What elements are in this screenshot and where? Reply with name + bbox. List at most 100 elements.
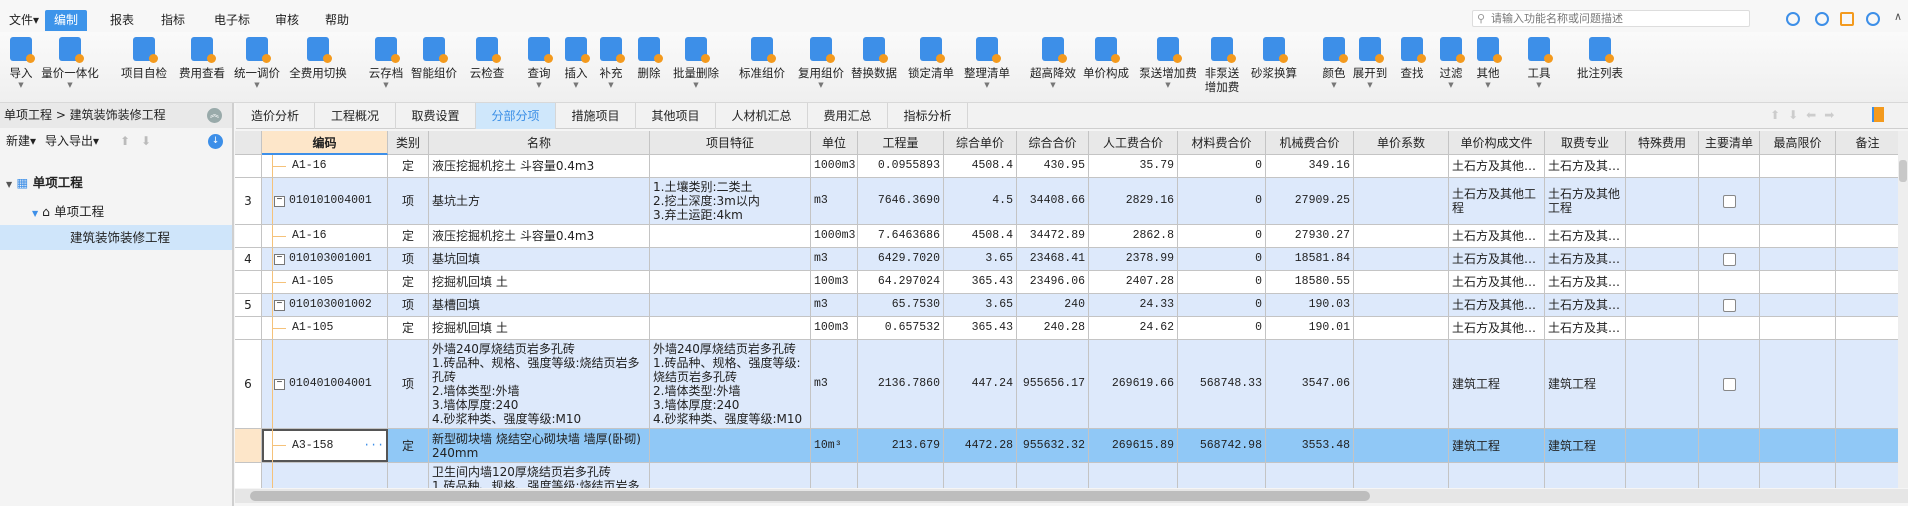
cell-material[interactable]: 0 (1178, 294, 1266, 316)
function-search-input[interactable]: ⚲ 请输入功能名称或问题描述 (1472, 10, 1750, 27)
toolbar-button[interactable]: 云检查 (457, 32, 517, 80)
cell-main[interactable] (1699, 463, 1760, 488)
table-row[interactable]: 4 −010103001001 项 基坑回填 m3 6429.7020 3.65 23468.… (235, 248, 1898, 271)
cell-machine[interactable]: 3547.06 (1266, 340, 1354, 428)
dropdown-arrow-icon[interactable]: ▼ (356, 80, 416, 90)
table-row[interactable]: 3 −010101004001 项 基坑土方 1.土壤类别:二类土 2.挖土深度:3m以… (235, 178, 1898, 225)
cell-file[interactable]: 土石方及其他工程 (1449, 178, 1545, 224)
cell-qty[interactable]: 2136.7860 (858, 340, 944, 428)
main-list-checkbox[interactable] (1722, 194, 1736, 208)
cell-note[interactable] (1836, 463, 1898, 488)
cell-material[interactable]: 568742.98 (1178, 429, 1266, 462)
arrow-down-icon[interactable]: ⬇ (1788, 108, 1806, 122)
horizontal-scroll-thumb[interactable] (250, 491, 1370, 501)
dropdown-arrow-icon[interactable]: ▼ (1138, 80, 1198, 90)
cell-name[interactable]: 外墙240厚烧结页岩多孔砖 1.砖品种、规格、强度等级:烧结页岩多孔砖 2.墙体… (429, 340, 650, 428)
cell-unit_price[interactable]: 4508.4 (944, 225, 1017, 247)
cell-no[interactable]: 4 (235, 248, 262, 270)
collapse-node-icon[interactable]: − (274, 378, 285, 390)
cell-material[interactable]: 0 (1178, 155, 1266, 177)
cell-special[interactable] (1626, 248, 1699, 270)
cell-specialty[interactable]: 建筑工程 (1545, 340, 1626, 428)
cell-feature[interactable] (650, 155, 811, 177)
cell-name[interactable]: 挖掘机回填 土 (429, 317, 650, 339)
cell-name[interactable]: 新型砌块墙 烧结空心砌块墙 墙厚(卧砌) 240mm (429, 429, 650, 462)
tree-item-single-project[interactable]: ▼ ⌂ 单项工程 (0, 199, 232, 224)
cell-feature[interactable] (650, 271, 811, 293)
cell-no[interactable] (235, 271, 262, 293)
cell-main[interactable] (1699, 248, 1760, 270)
toolbar-button[interactable]: 整理清单 ▼ (957, 32, 1017, 90)
cell-total[interactable] (1017, 463, 1089, 488)
dropdown-arrow-icon[interactable]: ▼ (227, 80, 287, 90)
cell-qty[interactable]: 0.657532 (858, 317, 944, 339)
toolbar-button[interactable]: 全费用切换 (288, 32, 348, 80)
column-header[interactable]: 类别 (388, 131, 429, 155)
cell-specialty[interactable]: 土石方及其… (1545, 271, 1626, 293)
menu-item[interactable]: 帮助 (316, 10, 358, 31)
tree-item-root[interactable]: ▼ ▦ 单项工程 (0, 170, 232, 195)
toolbar-button[interactable]: 项目自检 (114, 32, 174, 80)
cell-special[interactable] (1626, 271, 1699, 293)
cell-type[interactable]: 定 (388, 225, 429, 247)
column-header[interactable]: 单价系数 (1354, 131, 1449, 155)
cell-unit[interactable]: m3 (811, 178, 858, 224)
cell-type[interactable]: 项 (388, 248, 429, 270)
cell-feature[interactable]: 1.土壤类别:二类土 2.挖土深度:3m以内 3.弃土运距:4km (650, 178, 811, 224)
cell-coef[interactable] (1354, 178, 1449, 224)
cell-labor[interactable]: 2829.16 (1089, 178, 1178, 224)
cell-total[interactable]: 430.95 (1017, 155, 1089, 177)
collapse-node-icon[interactable]: − (274, 195, 285, 207)
cell-machine[interactable]: 349.16 (1266, 155, 1354, 177)
tab-0[interactable]: 造价分析 (236, 103, 315, 129)
dropdown-arrow-icon[interactable]: ▼ (1340, 80, 1400, 90)
cell-type[interactable]: 项 (388, 294, 429, 316)
cell-code[interactable]: A1-16 (262, 225, 388, 247)
cell-feature[interactable]: 外墙240厚烧结页岩多孔砖 1.砖品种、规格、强度等级:烧结页岩多孔砖 2.墙体… (650, 340, 811, 428)
cell-main[interactable] (1699, 155, 1760, 177)
cell-code[interactable]: A1-105 (262, 271, 388, 293)
cell-name[interactable]: 基坑回填 (429, 248, 650, 270)
cell-max[interactable] (1760, 294, 1836, 316)
cell-feature[interactable] (650, 317, 811, 339)
cell-feature[interactable] (650, 463, 811, 488)
cell-type[interactable] (388, 463, 429, 488)
cell-no[interactable] (235, 225, 262, 247)
cell-coef[interactable] (1354, 248, 1449, 270)
cell-special[interactable] (1626, 340, 1699, 428)
cell-special[interactable] (1626, 317, 1699, 339)
cell-max[interactable] (1760, 429, 1836, 462)
cell-qty[interactable] (858, 463, 944, 488)
cell-total[interactable]: 34408.66 (1017, 178, 1089, 224)
cell-code[interactable]: A3-158 ··· (262, 429, 388, 462)
cell-total[interactable]: 240.28 (1017, 317, 1089, 339)
cell-specialty[interactable]: 土石方及其… (1545, 248, 1626, 270)
move-down-icon[interactable]: ⬇ (141, 128, 151, 155)
import-export-button[interactable]: 导入导出▾ (45, 128, 99, 155)
headset-icon[interactable] (1815, 12, 1829, 26)
cell-type[interactable]: 定 (388, 317, 429, 339)
tab-2[interactable]: 取费设置 (396, 103, 476, 129)
cell-specialty[interactable]: 建筑工程 (1545, 429, 1626, 462)
cell-coef[interactable] (1354, 429, 1449, 462)
collapse-panel-icon[interactable]: ︽ (207, 108, 222, 123)
cell-unit_price[interactable]: 4.5 (944, 178, 1017, 224)
cell-code[interactable]: A1-105 (262, 317, 388, 339)
vertical-scroll-thumb[interactable] (1899, 160, 1907, 182)
cell-material[interactable]: 0 (1178, 225, 1266, 247)
cell-unit_price[interactable]: 3.65 (944, 294, 1017, 316)
cell-total[interactable]: 23468.41 (1017, 248, 1089, 270)
cell-note[interactable] (1836, 294, 1898, 316)
menu-item[interactable]: 电子标 (205, 10, 259, 31)
column-settings-icon[interactable] (1872, 107, 1884, 122)
cell-no[interactable]: 6 (235, 340, 262, 428)
cell-labor[interactable] (1089, 463, 1178, 488)
cell-machine[interactable]: 190.01 (1266, 317, 1354, 339)
cell-main[interactable] (1699, 317, 1760, 339)
collapse-node-icon[interactable]: − (274, 253, 285, 265)
cell-no[interactable]: 5 (235, 294, 262, 316)
dropdown-arrow-icon[interactable]: ▼ (957, 80, 1017, 90)
column-header[interactable]: 项目特征 (650, 131, 811, 155)
main-list-checkbox[interactable] (1722, 377, 1736, 391)
toolbar-button[interactable]: 标准组价 (732, 32, 792, 80)
